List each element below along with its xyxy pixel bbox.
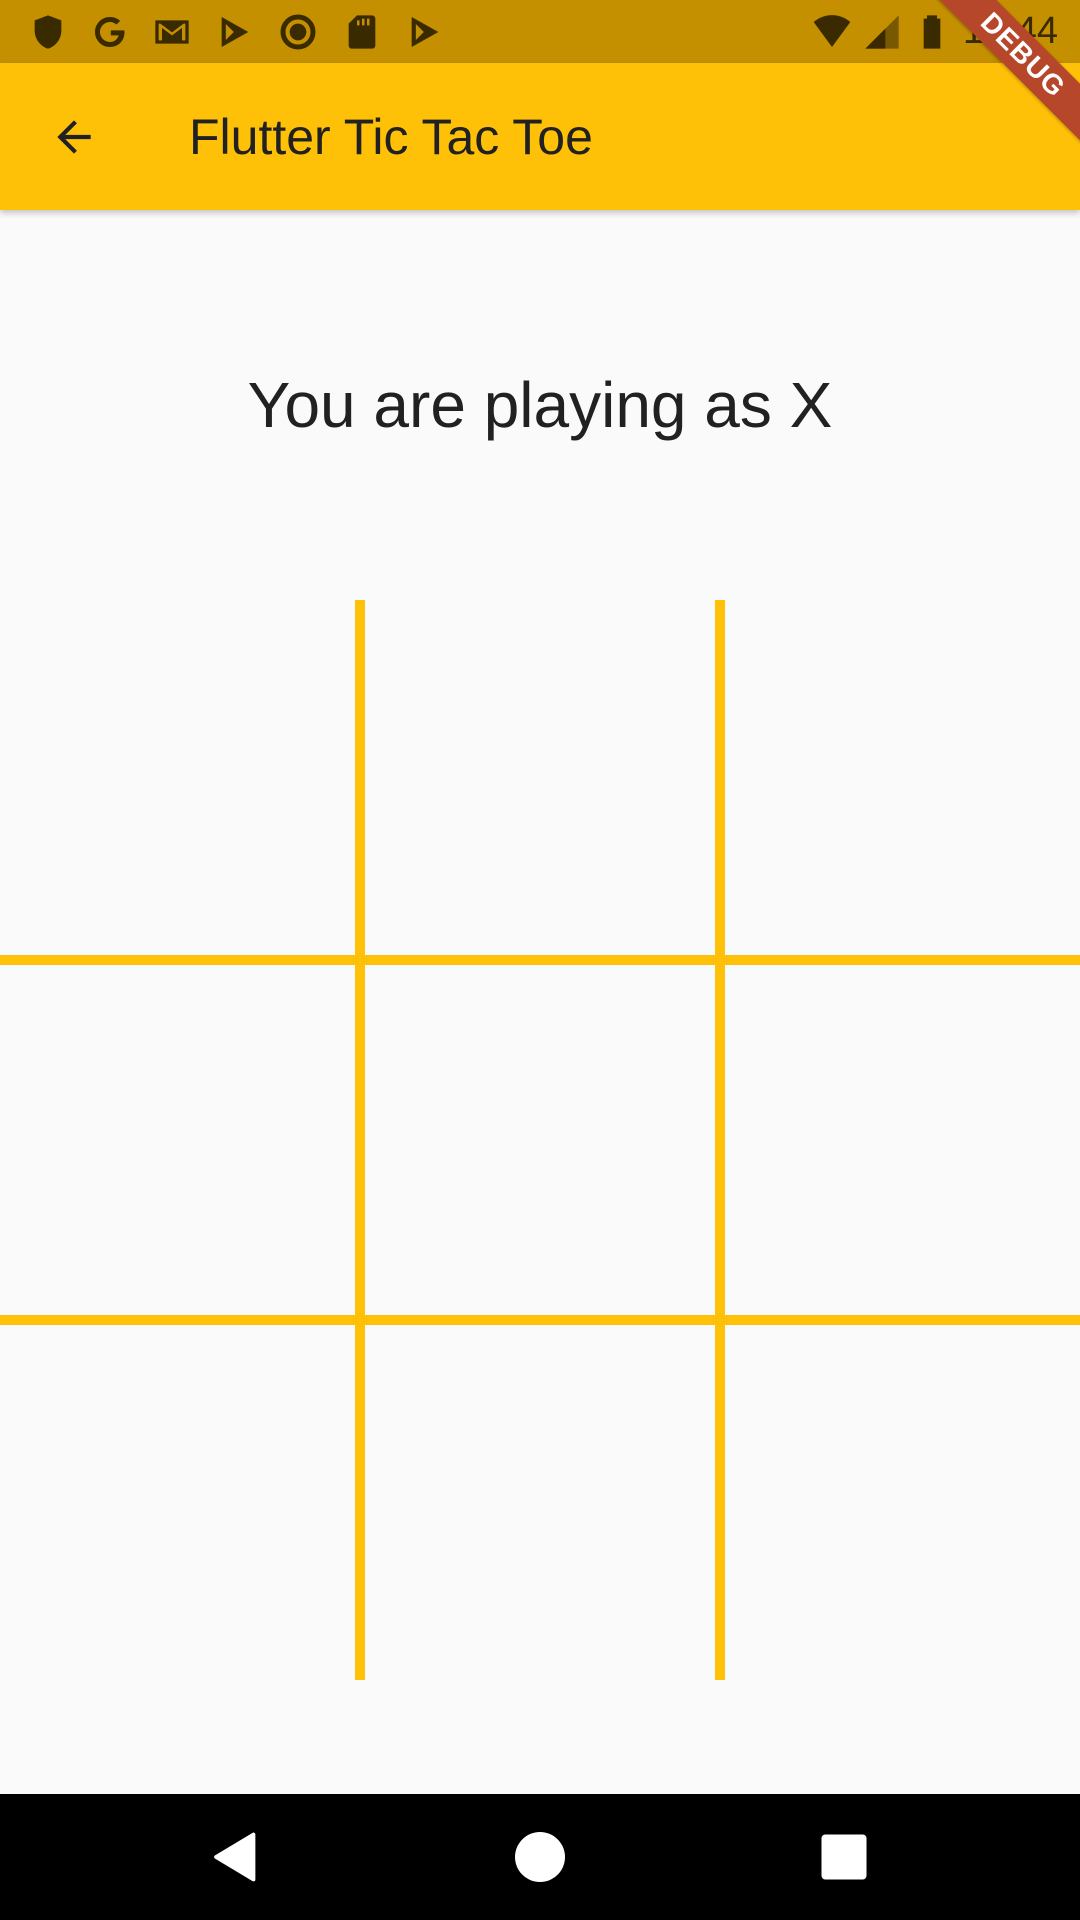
board-cell[interactable] [360,960,720,1320]
nav-back-button[interactable] [206,1827,266,1887]
board-cell[interactable] [360,1320,720,1680]
google-icon [90,12,130,52]
grid-line-horizontal [0,1315,1080,1325]
board-cell[interactable] [720,600,1080,960]
shield-icon [28,12,68,52]
wifi-icon [808,12,856,52]
board-cell[interactable] [0,960,360,1320]
battery-icon [912,12,952,52]
recents-square-icon [821,1834,867,1880]
sd-card-icon [342,12,382,52]
navigation-bar [0,1794,1080,1920]
grid-line-horizontal [0,955,1080,965]
arrow-back-icon [57,120,91,154]
play-store-icon [215,12,255,52]
back-button[interactable] [32,101,116,173]
circle-record-icon [278,12,318,52]
nav-recents-button[interactable] [814,1827,874,1887]
game-board [0,600,1080,1680]
board-cell[interactable] [360,600,720,960]
grid-line-vertical [355,600,365,1680]
signal-icon [862,12,902,52]
board-cell[interactable] [0,1320,360,1680]
board-cell[interactable] [0,600,360,960]
status-bar: 12:44 [0,0,1080,63]
page-title: Flutter Tic Tac Toe [189,109,593,165]
board-cell[interactable] [720,1320,1080,1680]
home-circle-icon [515,1832,565,1882]
back-triangle-icon [214,1832,256,1882]
play-store-icon [405,12,445,52]
screen: 12:44 Flutter Tic Tac Toe DEBUG You are … [0,0,1080,1920]
app-bar: Flutter Tic Tac Toe [0,63,1080,210]
grid-line-vertical [715,600,725,1680]
gmail-icon [152,12,192,52]
board-cell[interactable] [720,960,1080,1320]
player-status-text: You are playing as X [247,369,833,441]
nav-home-button[interactable] [510,1827,570,1887]
